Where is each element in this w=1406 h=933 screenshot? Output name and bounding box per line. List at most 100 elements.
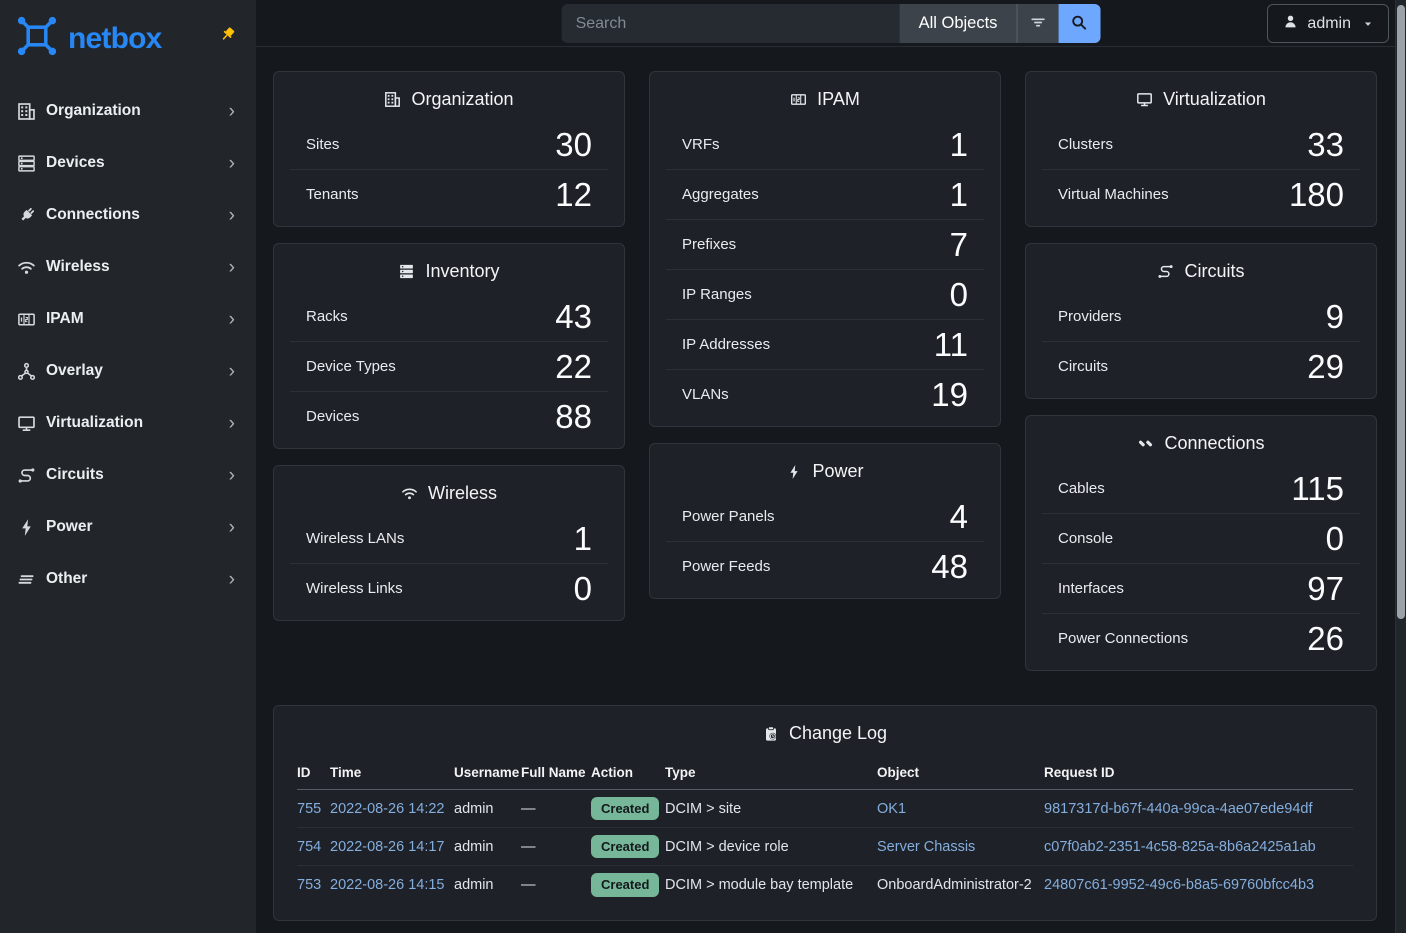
stat-value-power-feeds: 48 (931, 550, 968, 583)
sidebar-item-label: Other (46, 570, 229, 588)
changelog-id-link[interactable]: 755 (297, 801, 321, 817)
stat-row: Providers 9 (1042, 291, 1360, 341)
sidebar-item-virtualization[interactable]: Virtualization › (0, 397, 256, 449)
stat-value-virtual-machines: 180 (1289, 178, 1344, 211)
sidebar-item-label: Wireless (46, 258, 229, 276)
changelog-time-link[interactable]: 2022-08-26 14:15 (330, 877, 445, 893)
stat-label-circuits[interactable]: Circuits (1058, 358, 1108, 375)
changelog-object-link[interactable]: Server Chassis (877, 839, 975, 855)
building-icon (384, 91, 401, 108)
col-header-time: Time (330, 757, 454, 790)
changelog-username: admin (454, 839, 494, 855)
dashboard-column-2: IPAM VRFs 1 Aggregates 1 Prefixes (649, 71, 1001, 599)
transit-icon (1157, 263, 1174, 280)
stat-label-virtual-machines[interactable]: Virtual Machines (1058, 186, 1169, 203)
sidebar-item-devices[interactable]: Devices › (0, 137, 256, 189)
sidebar-item-label: Circuits (46, 466, 229, 484)
sidebar-header: netbox (0, 0, 256, 69)
search-input[interactable] (562, 4, 900, 43)
stat-value-ip-ranges: 0 (950, 278, 968, 311)
sidebar-item-label: Connections (46, 206, 229, 224)
netbox-logo[interactable]: netbox (15, 14, 162, 63)
col-header-request-id: Request ID (1044, 757, 1353, 790)
search-submit-button[interactable] (1058, 4, 1100, 43)
changelog-type: DCIM > module bay template (665, 877, 853, 893)
user-menu-button[interactable]: admin (1267, 4, 1389, 43)
stat-row: VLANs 19 (666, 369, 984, 419)
card-title: Virtualization (1163, 89, 1266, 110)
sidebar-item-label: Power (46, 518, 229, 536)
stat-row: Power Feeds 48 (666, 541, 984, 591)
changelog-request-id-link[interactable]: 9817317d-b67f-440a-99ca-4ae07ede94df (1044, 801, 1312, 817)
stat-label-devices[interactable]: Devices (306, 408, 359, 425)
stat-row: Prefixes 7 (666, 219, 984, 269)
stat-row: IP Addresses 11 (666, 319, 984, 369)
col-header-username: Username (454, 757, 521, 790)
stat-label-wireless-lans[interactable]: Wireless LANs (306, 530, 404, 547)
stat-value-console: 0 (1326, 522, 1344, 555)
changelog-time-link[interactable]: 2022-08-26 14:22 (330, 801, 445, 817)
sidebar-item-circuits[interactable]: Circuits › (0, 449, 256, 501)
changelog-full-name: — (521, 801, 536, 817)
changelog-full-name: — (521, 839, 536, 855)
pin-sidebar-icon[interactable] (219, 26, 236, 43)
sidebar-item-ipam[interactable]: IPAM › (0, 293, 256, 345)
changelog-object-link[interactable]: OK1 (877, 801, 906, 817)
stat-label-ip-ranges[interactable]: IP Ranges (682, 286, 752, 303)
changelog-id-link[interactable]: 753 (297, 877, 321, 893)
stat-label-aggregates[interactable]: Aggregates (682, 186, 759, 203)
stat-row: Racks 43 (290, 291, 608, 341)
stat-label-tenants[interactable]: Tenants (306, 186, 359, 203)
stat-label-clusters[interactable]: Clusters (1058, 136, 1113, 153)
dashboard-column-1: Organization Sites 30 Tenants 12 (273, 71, 625, 621)
stat-value-cables: 115 (1291, 472, 1344, 505)
clipboard-clock-icon (763, 726, 779, 742)
card-title: Inventory (425, 261, 499, 282)
stat-label-vrfs[interactable]: VRFs (682, 136, 720, 153)
stat-label-ip-addresses[interactable]: IP Addresses (682, 336, 770, 353)
sidebar-item-power[interactable]: Power › (0, 501, 256, 553)
scrollbar-thumb[interactable] (1397, 5, 1405, 619)
stat-label-vlans[interactable]: VLANs (682, 386, 729, 403)
stat-label-prefixes[interactable]: Prefixes (682, 236, 736, 253)
chevron-right-icon: › (229, 102, 235, 121)
stat-label-providers[interactable]: Providers (1058, 308, 1121, 325)
sidebar-item-connections[interactable]: Connections › (0, 189, 256, 241)
sidebar-item-overlay[interactable]: Overlay › (0, 345, 256, 397)
sidebar-item-wireless[interactable]: Wireless › (0, 241, 256, 293)
stat-value-ip-addresses: 11 (934, 328, 968, 361)
stat-value-wireless-links: 0 (574, 572, 592, 605)
sidebar-item-organization[interactable]: Organization › (0, 85, 256, 137)
user-menu-label: admin (1307, 15, 1351, 33)
search-scope-button[interactable]: All Objects (900, 4, 1017, 43)
vertical-scrollbar[interactable] (1395, 0, 1406, 933)
global-search: All Objects (562, 4, 1101, 43)
stat-label-sites[interactable]: Sites (306, 136, 339, 153)
changelog-full-name: — (521, 877, 536, 893)
stat-label-power-feeds[interactable]: Power Feeds (682, 558, 770, 575)
status-badge-created: Created (591, 873, 659, 897)
changelog-request-id-link[interactable]: c07f0ab2-2351-4c58-825a-8b6a2425a1ab (1044, 839, 1316, 855)
chevron-right-icon: › (229, 570, 235, 589)
chevron-right-icon: › (229, 206, 235, 225)
chevron-right-icon: › (229, 154, 235, 173)
search-icon (1071, 14, 1088, 34)
stat-label-interfaces[interactable]: Interfaces (1058, 580, 1124, 597)
stat-label-power-panels[interactable]: Power Panels (682, 508, 775, 525)
stat-row: Power Connections 26 (1042, 613, 1360, 663)
stat-label-device-types[interactable]: Device Types (306, 358, 396, 375)
stat-label-wireless-links[interactable]: Wireless Links (306, 580, 403, 597)
sidebar-item-label: Devices (46, 154, 229, 172)
stat-value-aggregates: 1 (950, 178, 968, 211)
card-title: Change Log (789, 723, 887, 744)
filter-button[interactable] (1016, 4, 1058, 43)
stat-label-racks[interactable]: Racks (306, 308, 348, 325)
changelog-request-id-link[interactable]: 24807c61-9952-49c6-b8a5-69760bfcc4b3 (1044, 877, 1314, 893)
stat-label-cables[interactable]: Cables (1058, 480, 1105, 497)
stat-row: VRFs 1 (666, 119, 984, 169)
stat-label-console[interactable]: Console (1058, 530, 1113, 547)
changelog-time-link[interactable]: 2022-08-26 14:17 (330, 839, 445, 855)
sidebar-item-other[interactable]: Other › (0, 553, 256, 605)
stat-label-power-connections[interactable]: Power Connections (1058, 630, 1188, 647)
changelog-id-link[interactable]: 754 (297, 839, 321, 855)
